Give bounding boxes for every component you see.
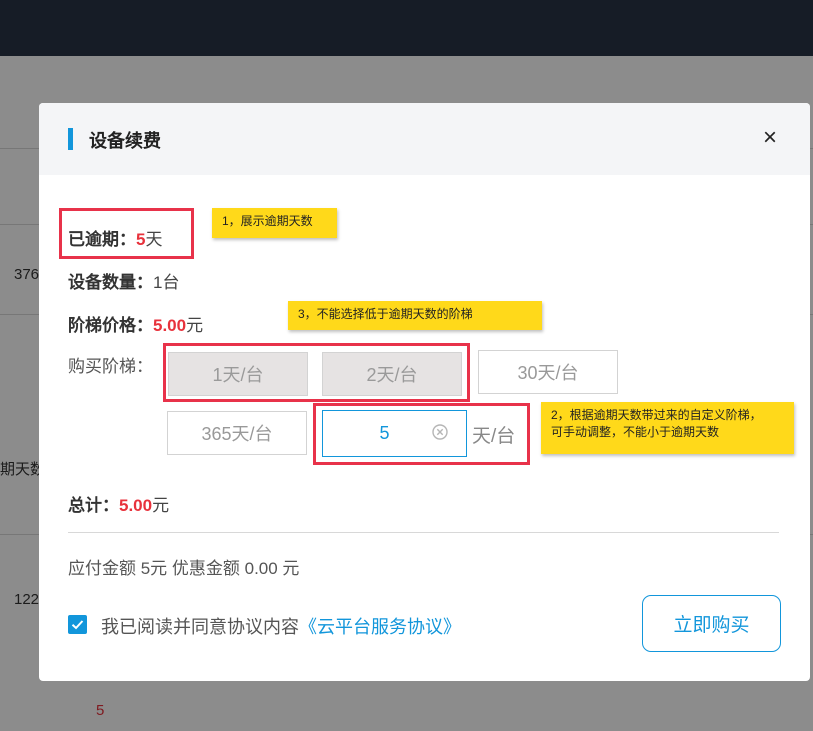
annotation-note-2-line-2: 可手动调整，不能小于逾期天数 [551, 425, 720, 439]
agreement-link[interactable]: 《云平台服务协议》 [299, 617, 461, 637]
annotation-note-2: 2，根据逾期天数带过来的自定义阶梯， 可手动调整，不能小于逾期天数 [541, 402, 794, 454]
quantity-value: 1台 [153, 273, 180, 292]
tier-price-label: 阶梯价格： [68, 316, 153, 335]
tier-price-unit: 元 [186, 316, 204, 335]
tier-option-30-day[interactable]: 30天/台 [478, 350, 618, 394]
agreement-checkbox[interactable] [68, 615, 87, 634]
tier-price-value: 5.00 [153, 316, 187, 335]
payment-summary: 应付金额 5元 优惠金额 0.00 元 [68, 559, 300, 578]
dialog-header: 设备续费 × [39, 103, 810, 175]
agreement-label: 我已阅读并同意协议内容 [101, 617, 299, 637]
tiers-label: 购买阶梯： [68, 357, 153, 376]
buy-now-button[interactable]: 立即购买 [642, 595, 781, 652]
annotation-note-1: 1，展示逾期天数 [212, 208, 337, 238]
total-unit: 元 [152, 496, 170, 515]
quantity-row: 设备数量：1台 [68, 268, 179, 293]
quantity-label: 设备数量： [68, 273, 153, 292]
dialog-title: 设备续费 [89, 131, 161, 151]
top-navbar [0, 0, 813, 56]
section-divider [68, 532, 779, 533]
total-row: 总计：5.00元 [68, 491, 169, 516]
close-icon[interactable]: × [757, 125, 783, 151]
annotation-highlight-overdue [59, 208, 194, 259]
annotation-note-3: 3，不能选择低于逾期天数的阶梯 [288, 301, 542, 330]
annotation-note-2-line-1: 2，根据逾期天数带过来的自定义阶梯， [551, 408, 762, 422]
agreement-text: 我已阅读并同意协议内容《云平台服务协议》 [101, 613, 461, 639]
total-label: 总计： [68, 496, 119, 515]
total-value: 5.00 [119, 496, 153, 515]
check-icon [71, 620, 84, 630]
tier-option-365-day[interactable]: 365天/台 [167, 411, 307, 455]
annotation-highlight-custom-tier [313, 403, 530, 465]
title-accent-bar [68, 128, 73, 150]
annotation-highlight-disabled-tiers [163, 343, 470, 402]
tier-price-row: 阶梯价格：5.00元 [68, 311, 203, 336]
